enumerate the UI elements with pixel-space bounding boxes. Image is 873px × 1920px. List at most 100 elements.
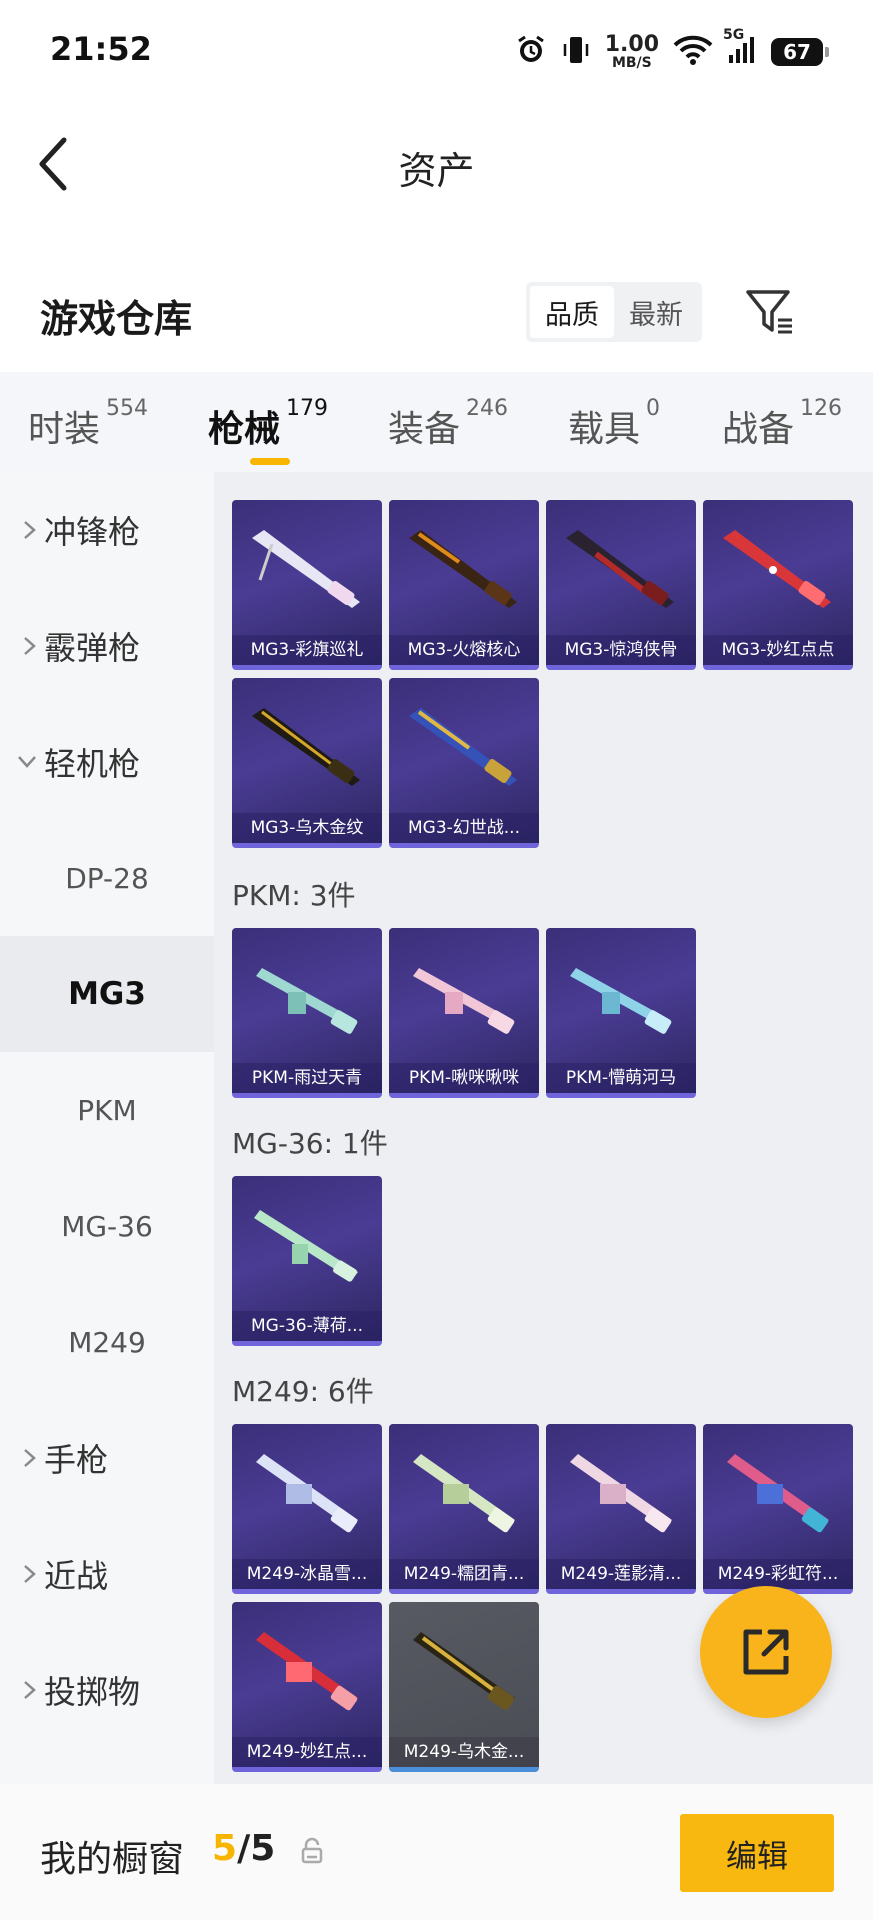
- sidebar-item-lmg[interactable]: 轻机枪: [0, 704, 214, 820]
- mg3-skin-icon: [252, 530, 360, 608]
- sidebar-item-label: MG3: [68, 976, 146, 1012]
- tab-fashion[interactable]: 时装554: [28, 396, 148, 452]
- m249-skin-icon: [727, 1454, 829, 1533]
- skin-card[interactable]: MG3-彩旗巡礼: [232, 500, 382, 670]
- tab-weapons[interactable]: 枪械179: [208, 396, 328, 452]
- sidebar-item-pistol[interactable]: 手枪: [0, 1400, 214, 1516]
- skin-card[interactable]: PKM-懵萌河马: [546, 928, 696, 1098]
- tab-supplies[interactable]: 战备126: [722, 396, 842, 452]
- sidebar-item-label: M249: [68, 1325, 146, 1359]
- skin-card[interactable]: PKM-雨过天青: [232, 928, 382, 1098]
- skin-card[interactable]: M249-妙红点...: [232, 1602, 382, 1772]
- sidebar-item-dp28[interactable]: DP-28: [0, 820, 214, 936]
- sidebar-item-mg36[interactable]: MG-36: [0, 1168, 214, 1284]
- showcase-count: 5/5: [212, 1828, 275, 1869]
- sidebar-item-label: MG-36: [61, 1209, 153, 1243]
- page-title: 资产: [398, 149, 475, 193]
- skin-card[interactable]: M249-冰晶雪...: [232, 1424, 382, 1594]
- skin-card[interactable]: MG3-乌木金纹: [232, 678, 382, 848]
- sidebar-item-smg[interactable]: 冲锋枪: [0, 472, 214, 588]
- skin-card[interactable]: MG3-幻世战...: [389, 678, 539, 848]
- skin-name: M249-妙红点...: [232, 1737, 382, 1767]
- group-heading-m249: M249: 6件: [232, 1375, 374, 1408]
- sort-quality-button[interactable]: 品质: [530, 286, 614, 338]
- vibrate-icon: [561, 34, 591, 70]
- skin-name: M249-莲影清...: [546, 1559, 696, 1589]
- skin-card[interactable]: M249-莲影清...: [546, 1424, 696, 1594]
- sidebar-item-mg3[interactable]: MG3: [0, 936, 214, 1052]
- skin-card[interactable]: M249-乌木金...: [389, 1602, 539, 1772]
- sidebar-item-pkm[interactable]: PKM: [0, 1052, 214, 1168]
- skin-card[interactable]: M249-糯团青...: [389, 1424, 539, 1594]
- tab-label: 装备: [388, 409, 461, 450]
- title-bar: 资产: [0, 100, 873, 230]
- pkm-skin-icon: [256, 968, 358, 1034]
- sidebar-item-label: 冲锋枪: [44, 513, 141, 551]
- filter-button[interactable]: [744, 286, 796, 338]
- showcase-label: 我的橱窗: [40, 1839, 185, 1880]
- skin-name: MG3-火熔核心: [389, 635, 539, 665]
- warehouse-title: 游戏仓库: [40, 297, 193, 341]
- sort-newest-button[interactable]: 最新: [614, 286, 698, 338]
- wifi-icon: [673, 35, 713, 69]
- tab-vehicles[interactable]: 载具0: [568, 396, 660, 452]
- showcase-count-total: 5: [250, 1828, 276, 1869]
- tab-count: 179: [286, 396, 329, 421]
- m249-skin-icon: [570, 1454, 672, 1533]
- sidebar-item-shotgun[interactable]: 霰弹枪: [0, 588, 214, 704]
- sidebar-item-melee[interactable]: 近战: [0, 1516, 214, 1632]
- m249-skin-icon: [413, 1454, 515, 1533]
- mg3-skin-icon: [409, 530, 517, 608]
- skin-name: PKM-啾咪啾咪: [389, 1063, 539, 1093]
- sidebar-item-label: PKM: [77, 1093, 137, 1127]
- mg3-skin-icon: [252, 708, 360, 786]
- share-fab-button[interactable]: [700, 1586, 832, 1718]
- edit-button[interactable]: 编辑: [680, 1814, 834, 1892]
- skin-name: MG3-妙红点点: [703, 635, 853, 665]
- chevron-right-icon: [0, 1447, 44, 1469]
- skin-card[interactable]: MG3-妙红点点: [703, 500, 853, 670]
- m249-skin-icon: [256, 1632, 358, 1711]
- net-speed-value: 1.00: [604, 32, 659, 57]
- sidebar-item-m249[interactable]: M249: [0, 1284, 214, 1400]
- network-type: 5G: [723, 27, 745, 43]
- skin-card[interactable]: MG3-火熔核心: [389, 500, 539, 670]
- bottom-bar: 我的橱窗 5/5 编辑: [0, 1784, 873, 1920]
- skin-name: PKM-懵萌河马: [546, 1063, 696, 1093]
- sidebar-item-label: 手枪: [44, 1441, 109, 1479]
- skin-name: PKM-雨过天青: [232, 1063, 382, 1093]
- sidebar-item-label: DP-28: [65, 861, 149, 895]
- skin-card[interactable]: PKM-啾咪啾咪: [389, 928, 539, 1098]
- mg36-skin-icon: [254, 1210, 358, 1282]
- group-heading-mg36: MG-36: 1件: [232, 1127, 388, 1160]
- section-header: 游戏仓库 品质 最新: [0, 260, 873, 370]
- sidebar-item-label: 近战: [44, 1557, 109, 1595]
- battery-level: 67: [783, 40, 811, 64]
- skin-name: MG-36-薄荷...: [232, 1311, 382, 1341]
- skin-name: M249-冰晶雪...: [232, 1559, 382, 1589]
- active-tab-indicator: [250, 458, 290, 465]
- weapon-type-sidebar: 冲锋枪 霰弹枪 轻机枪 DP-28 MG3 PKM MG-36 M249 手枪 …: [0, 472, 214, 1784]
- m249-skin-icon: [256, 1454, 358, 1533]
- tab-label: 战备: [722, 409, 795, 450]
- net-speed: 1.00 MB/S: [604, 32, 659, 71]
- skin-name: M249-乌木金...: [389, 1737, 539, 1767]
- skin-name: MG3-乌木金纹: [232, 813, 382, 843]
- share-external-icon: [743, 1629, 789, 1675]
- signal-icon: 5G: [723, 27, 757, 69]
- tab-label: 时装: [28, 409, 101, 450]
- sidebar-item-label: 投掷物: [44, 1673, 141, 1711]
- skin-card[interactable]: MG-36-薄荷...: [232, 1176, 382, 1346]
- skin-card[interactable]: MG3-惊鸿侠骨: [546, 500, 696, 670]
- tab-equipment[interactable]: 装备246: [388, 396, 508, 452]
- skin-card[interactable]: M249-彩虹符...: [703, 1424, 853, 1594]
- sidebar-item-label: 霰弹枪: [44, 629, 141, 667]
- sidebar-item-throwable[interactable]: 投掷物: [0, 1632, 214, 1748]
- chevron-right-icon: [0, 635, 44, 657]
- skin-name: MG3-惊鸿侠骨: [546, 635, 696, 665]
- net-speed-unit: MB/S: [611, 55, 652, 71]
- mg3-skin-icon: [409, 708, 517, 786]
- tab-count: 0: [646, 396, 661, 421]
- category-tabs: 时装554 枪械179 装备246 载具0 战备126: [0, 372, 873, 472]
- skin-name: M249-糯团青...: [389, 1559, 539, 1589]
